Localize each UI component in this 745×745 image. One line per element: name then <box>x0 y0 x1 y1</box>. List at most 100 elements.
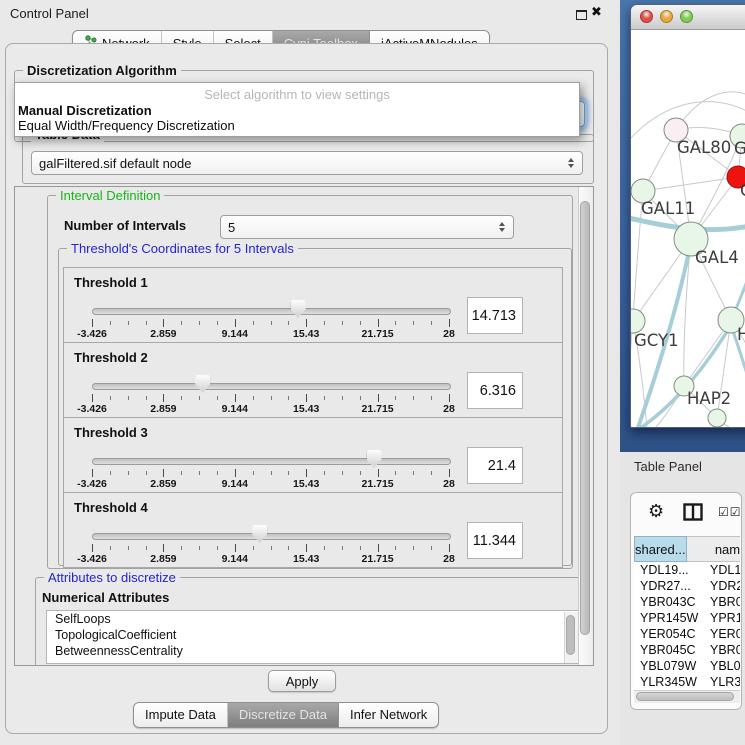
threshold-value-field[interactable]: 21.4 <box>467 447 523 484</box>
zoom-window-button-icon[interactable] <box>680 10 693 23</box>
threshold-slider[interactable]: -3.4262.8599.14415.4321.71528 <box>92 305 449 341</box>
threshold-label: Threshold 1 <box>74 275 148 290</box>
tick-mark <box>128 471 129 475</box>
tick-mark <box>146 321 147 325</box>
tick-mark <box>360 396 361 400</box>
threshold-value-field[interactable]: 11.344 <box>467 522 523 559</box>
vertical-scrollbar-thumb[interactable] <box>580 201 590 635</box>
tick-mark <box>92 469 93 477</box>
tick-mark <box>413 471 414 475</box>
tick-mark <box>128 396 129 400</box>
threshold-panel: Threshold 4-3.4262.8599.14415.4321.71528… <box>63 492 563 568</box>
close-window-button-icon[interactable] <box>640 10 653 23</box>
network-window-titlebar[interactable] <box>631 5 745 30</box>
table-row[interactable]: YLR345WYLR345W <box>634 674 740 690</box>
table-data-combobox-value: galFiltered.sif default node <box>39 156 191 171</box>
threshold-slider[interactable]: -3.4262.8599.14415.4321.71528 <box>92 380 449 416</box>
number-of-intervals-combobox[interactable]: 5 <box>220 215 514 239</box>
tick-label: 21.715 <box>362 478 394 490</box>
horizontal-scrollbar[interactable] <box>634 690 740 703</box>
slider-track[interactable] <box>92 308 451 315</box>
slider-thumb[interactable] <box>291 300 306 318</box>
slider-thumb[interactable] <box>252 525 267 543</box>
tick-mark <box>449 319 450 327</box>
tick-label: 28 <box>443 328 455 340</box>
network-edge[interactable] <box>631 191 643 412</box>
table-row[interactable]: YBR043CYBR043C <box>634 594 740 610</box>
threshold-slider[interactable]: -3.4262.8599.14415.4321.71528 <box>92 530 449 566</box>
tick-mark <box>324 546 325 550</box>
table-rows[interactable]: YDL19...YDL19...YDR27...YDR27...YBR043CY… <box>634 562 740 690</box>
tick-mark <box>110 471 111 475</box>
tick-label: 9.144 <box>222 553 248 565</box>
slider-thumb[interactable] <box>367 450 382 468</box>
popup-option[interactable]: Equal Width/Frequency Discretization <box>18 118 235 133</box>
list-scrollbar[interactable] <box>564 612 578 664</box>
tab-discretize-data[interactable]: Discretize Data <box>228 703 339 727</box>
table-row[interactable]: YER054CYER054C <box>634 626 740 642</box>
list-item[interactable]: SelfLoops <box>47 611 579 627</box>
column-view-icon[interactable] <box>683 503 703 526</box>
tick-label: 28 <box>443 553 455 565</box>
table-row[interactable]: YBL079WYBL079W <box>634 658 740 674</box>
tick-label: 2.859 <box>150 478 176 490</box>
table-data-combobox[interactable]: galFiltered.sif default node <box>31 151 583 175</box>
slider-track[interactable] <box>92 533 451 540</box>
tick-mark <box>306 394 307 402</box>
threshold-slider[interactable]: -3.4262.8599.14415.4321.71528 <box>92 455 449 491</box>
column-header-name[interactable]: name <box>687 536 740 562</box>
slider-thumb[interactable] <box>195 375 210 393</box>
threshold-value-field[interactable]: 6.316 <box>467 372 523 409</box>
tick-mark <box>378 469 379 477</box>
minimize-window-button-icon[interactable] <box>660 10 673 23</box>
group-title: Threshold's Coordinates for 5 Intervals <box>67 241 298 256</box>
network-node-n-btm[interactable] <box>708 409 726 427</box>
threshold-label: Threshold 3 <box>74 425 148 440</box>
gear-icon[interactable]: ⚙ <box>648 501 664 522</box>
cell-name: YLR345W <box>706 674 740 690</box>
combo-arrows-icon <box>567 157 575 169</box>
vertical-scrollbar[interactable] <box>578 187 593 665</box>
list-item[interactable]: BetweennessCentrality <box>47 643 579 659</box>
tick-label: 9.144 <box>222 328 248 340</box>
tick-mark <box>181 471 182 475</box>
tab-label: Discretize Data <box>239 707 327 722</box>
popup-option[interactable]: Manual Discretization <box>18 103 152 118</box>
tick-mark <box>253 471 254 475</box>
tick-mark <box>181 321 182 325</box>
slider-track[interactable] <box>92 458 451 465</box>
list-scrollbar-thumb[interactable] <box>566 615 575 655</box>
checkbox-icons[interactable]: ☑☑ <box>718 505 742 519</box>
node-label-gcy1: GCY1 <box>634 331 679 350</box>
list-item[interactable]: TopologicalCoefficient <box>47 627 579 643</box>
close-icon[interactable]: ✖ <box>591 4 602 20</box>
horizontal-scrollbar-thumb[interactable] <box>636 692 734 701</box>
tick-label: 21.715 <box>362 553 394 565</box>
apply-button[interactable]: Apply <box>268 670 336 692</box>
tick-mark <box>378 544 379 552</box>
table-row[interactable]: YPR145WYPR145W <box>634 610 740 626</box>
group-title: Attributes to discretize <box>44 570 180 585</box>
column-header-shared-name[interactable]: shared... <box>634 536 687 562</box>
table-row[interactable]: YBR045CYBR045C <box>634 642 740 658</box>
float-window-icon[interactable] <box>576 10 587 20</box>
table-row[interactable]: YDR27...YDR27... <box>634 578 740 594</box>
node-label-gal-r: GA <box>734 139 745 158</box>
slider-track[interactable] <box>92 383 451 390</box>
tick-mark <box>306 544 307 552</box>
table-data-group: Table Data galFiltered.sif default node <box>22 134 594 184</box>
network-edge[interactable] <box>643 177 738 191</box>
tick-mark <box>342 321 343 325</box>
table-row[interactable]: YDL19...YDL19... <box>634 562 740 578</box>
numerical-attributes-list[interactable]: SelfLoopsTopologicalCoefficientBetweenne… <box>46 610 580 664</box>
cell-shared-name: YER054C <box>634 626 706 642</box>
tab-impute-data[interactable]: Impute Data <box>134 703 228 727</box>
network-node-gcy1[interactable] <box>631 309 645 333</box>
tick-mark <box>235 394 236 402</box>
network-canvas[interactable]: GAL80GACGAL11GAL4GCY1HHAP2 <box>631 30 745 428</box>
tab-infer-network[interactable]: Infer Network <box>339 703 438 727</box>
tick-mark <box>217 321 218 325</box>
tick-mark <box>253 396 254 400</box>
tick-mark <box>163 319 164 327</box>
threshold-value-field[interactable]: 14.713 <box>467 297 523 334</box>
